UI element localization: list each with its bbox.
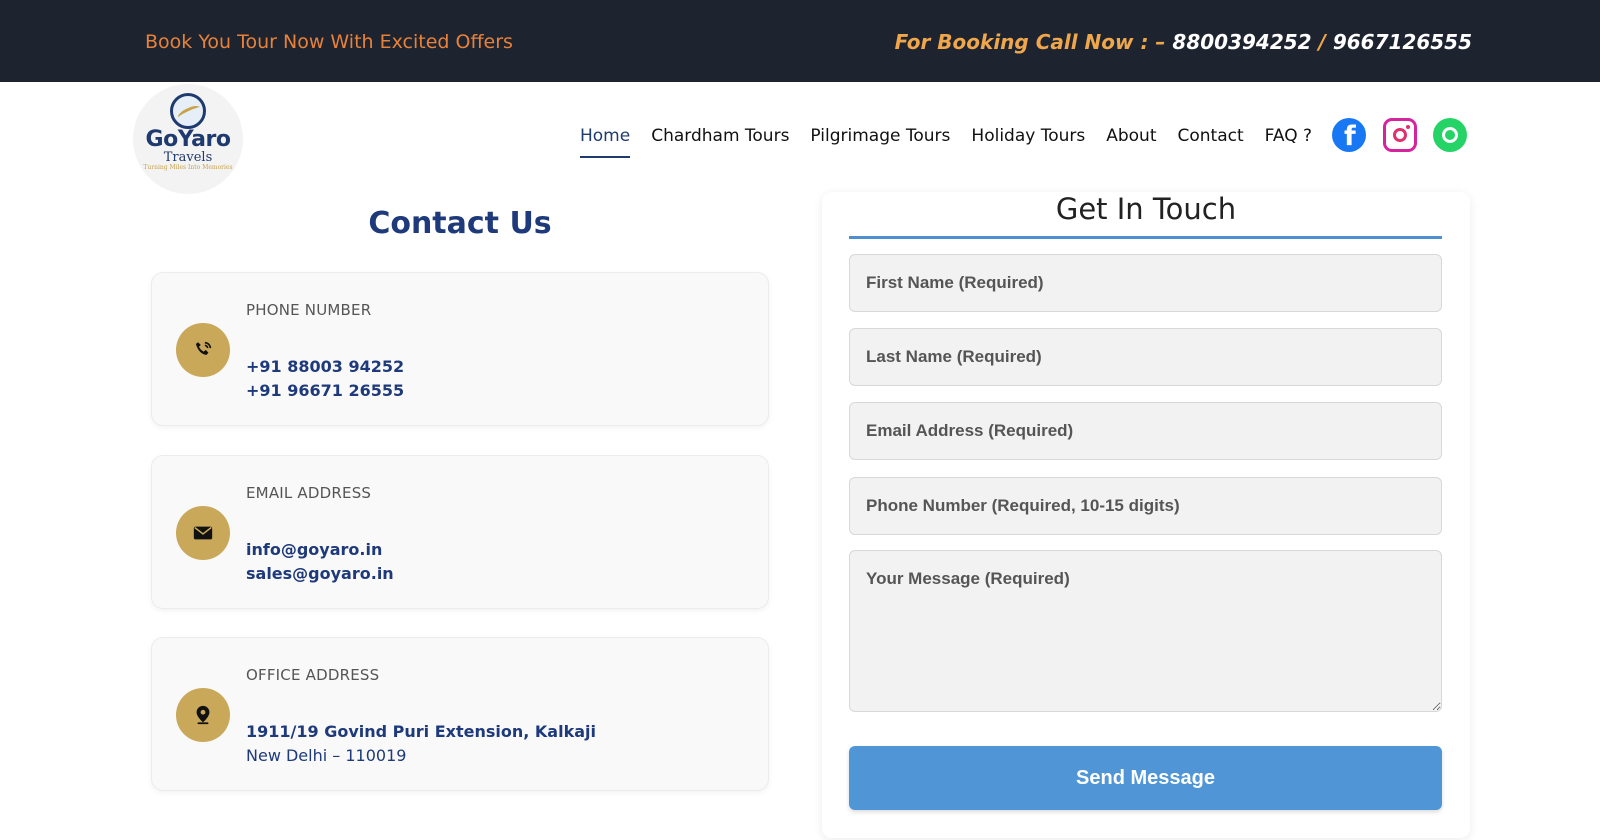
phone-icon: [176, 323, 230, 377]
goyaro-logo[interactable]: GoYaro Travels Turning Miles Into Memori…: [133, 84, 243, 194]
contact-form: Get In Touch Send Message: [822, 192, 1470, 838]
first-name-input[interactable]: [849, 254, 1442, 312]
logo-tagline: Turning Miles Into Memories: [143, 164, 233, 171]
email-sales[interactable]: sales@goyaro.in: [246, 564, 394, 583]
nav-contact[interactable]: Contact: [1178, 126, 1244, 146]
message-textarea[interactable]: [849, 550, 1442, 712]
office-label: OFFICE ADDRESS: [246, 666, 380, 684]
phone-number-2[interactable]: +91 96671 26555: [246, 381, 404, 400]
contact-title: Contact Us: [368, 206, 552, 241]
location-pin-icon: [176, 688, 230, 742]
facebook-glyph: f: [1344, 121, 1356, 152]
phone-input[interactable]: [849, 477, 1442, 535]
form-title: Get In Touch: [1055, 192, 1237, 226]
email-info[interactable]: info@goyaro.in: [246, 540, 382, 559]
email-label: EMAIL ADDRESS: [246, 484, 372, 502]
mail-icon: [176, 506, 230, 560]
phone-separator: /: [1318, 30, 1326, 54]
nav-chardham-tours[interactable]: Chardham Tours: [651, 126, 789, 146]
main-nav: Home Chardham Tours Pilgrimage Tours Hol…: [580, 126, 1333, 158]
last-name-input[interactable]: [849, 328, 1442, 386]
email-input[interactable]: [849, 402, 1442, 460]
office-address-line2: New Delhi – 110019: [246, 746, 407, 765]
booking-phone[interactable]: For Booking Call Now : – 8800394252 / 96…: [895, 30, 1472, 54]
booking-label: For Booking Call Now : –: [894, 30, 1166, 54]
office-card: OFFICE ADDRESS 1911/19 Govind Puri Exten…: [151, 637, 769, 791]
nav-holiday-tours[interactable]: Holiday Tours: [971, 126, 1085, 146]
nav-pilgrimage-tours[interactable]: Pilgrimage Tours: [810, 126, 950, 146]
booking-phone-2[interactable]: 9667126555: [1333, 30, 1472, 54]
nav-home[interactable]: Home: [580, 126, 631, 158]
phone-number-1[interactable]: +91 88003 94252: [246, 357, 404, 376]
logo-name: GoYaro: [145, 127, 231, 152]
phone-card: PHONE NUMBER +91 88003 94252 +91 96671 2…: [151, 272, 769, 426]
offer-text: Book You Tour Now With Excited Offers: [145, 31, 513, 53]
nav-faq[interactable]: FAQ ?: [1265, 126, 1312, 146]
instagram-icon[interactable]: [1383, 118, 1417, 152]
email-card: EMAIL ADDRESS info@goyaro.in sales@goyar…: [151, 455, 769, 609]
office-address-line1: 1911/19 Govind Puri Extension, Kalkaji: [246, 722, 596, 741]
globe-icon: [170, 93, 206, 129]
site-header: GoYaro Travels Turning Miles Into Memori…: [0, 82, 1600, 194]
logo-sub: Travels: [163, 150, 213, 165]
form-title-underline: [849, 236, 1442, 239]
whatsapp-icon[interactable]: [1433, 118, 1467, 152]
top-bar: Book You Tour Now With Excited Offers Fo…: [0, 0, 1600, 82]
phone-label: PHONE NUMBER: [246, 301, 372, 319]
booking-phone-1[interactable]: 8800394252: [1172, 30, 1311, 54]
send-message-button[interactable]: Send Message: [849, 746, 1442, 810]
nav-about[interactable]: About: [1106, 126, 1156, 146]
facebook-icon[interactable]: f: [1332, 118, 1366, 152]
